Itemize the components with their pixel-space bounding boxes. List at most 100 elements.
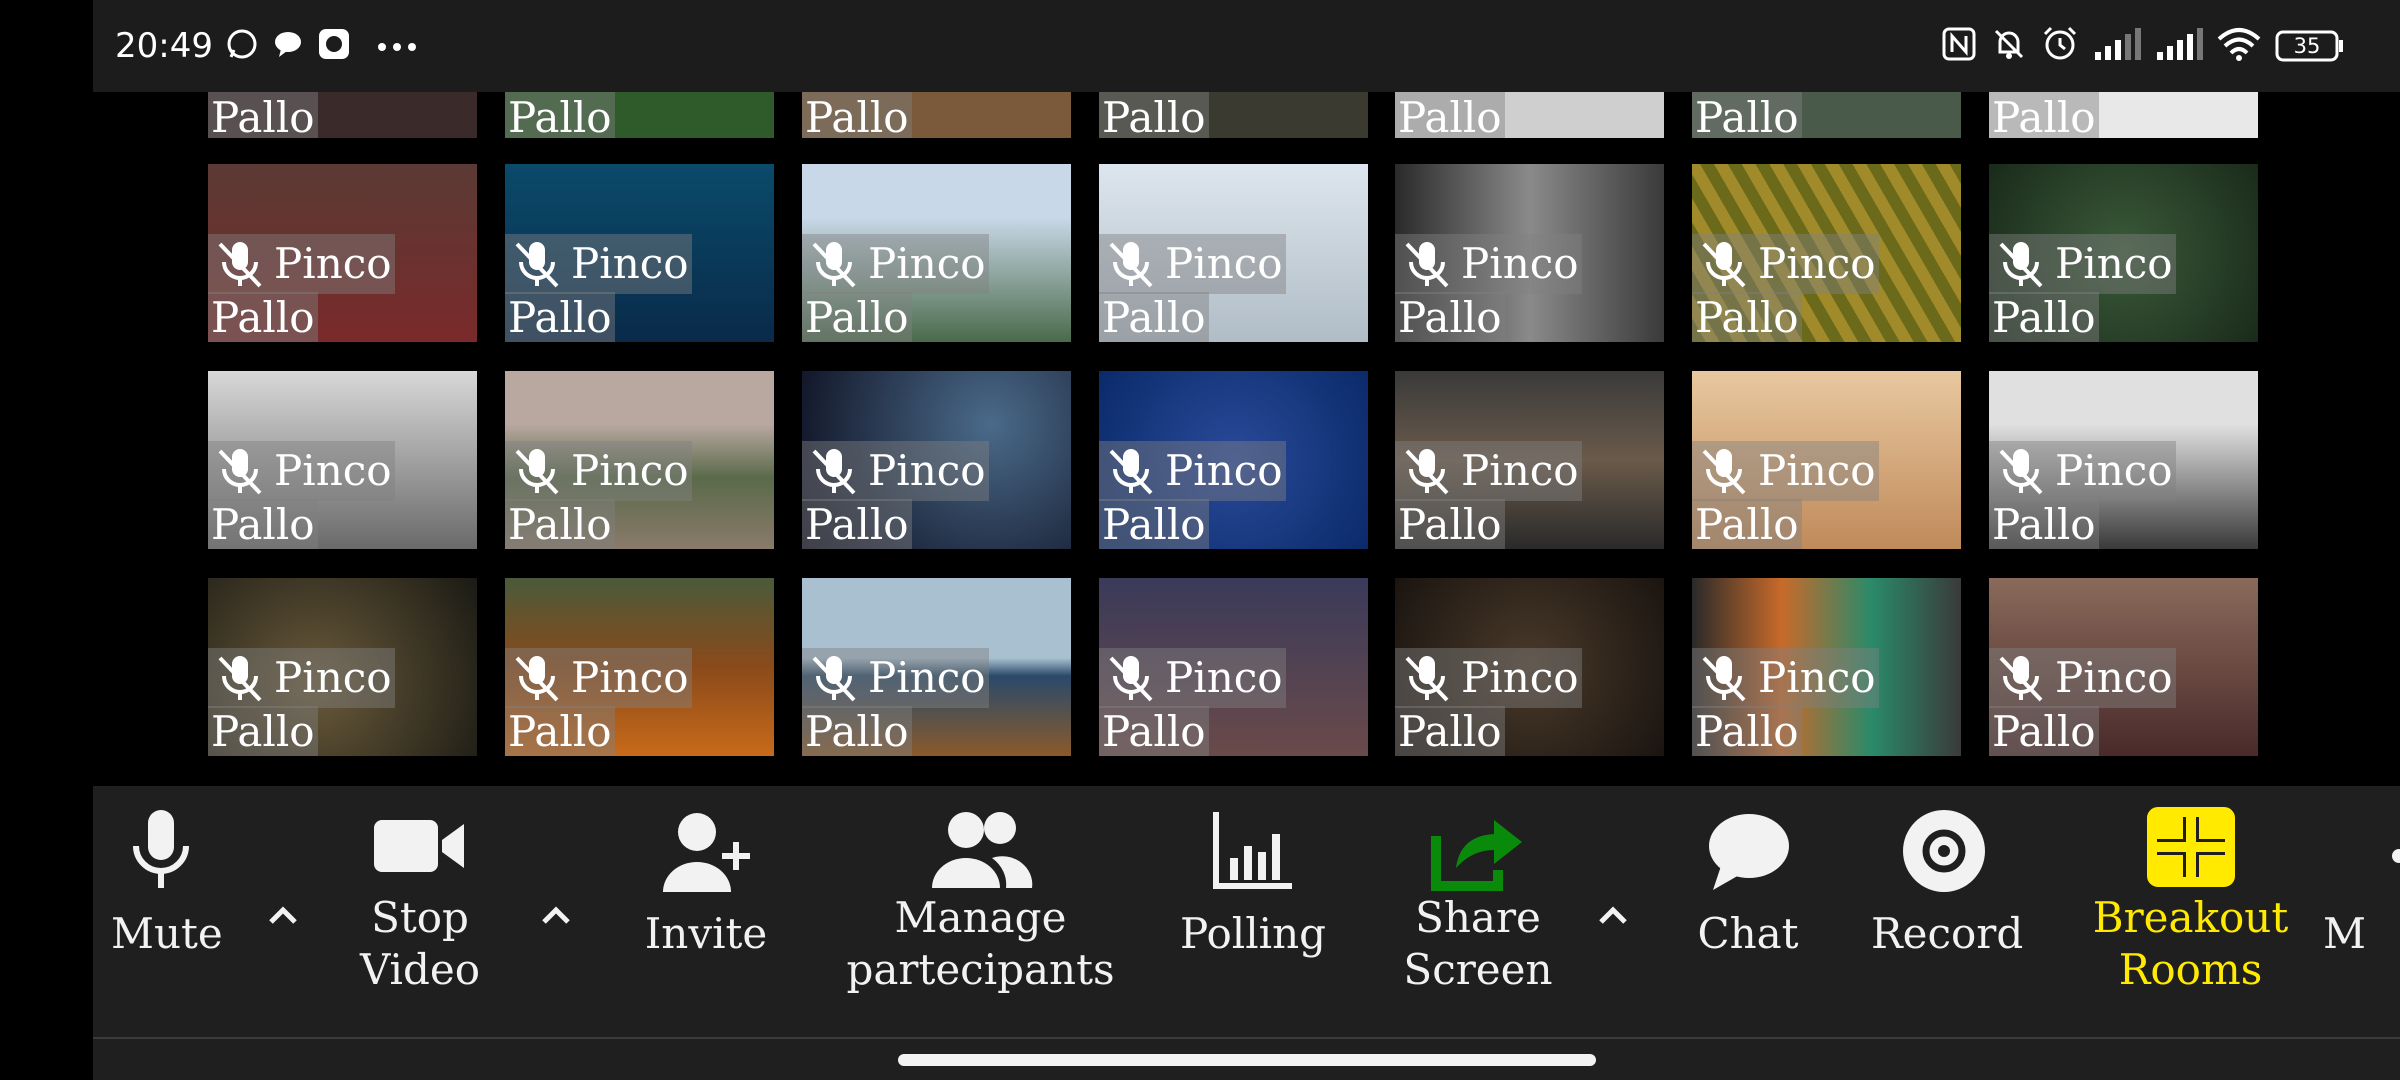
participant-tile[interactable]: PincoPallo — [1099, 578, 1368, 756]
muted-microphone-icon — [1405, 242, 1449, 288]
participant-tile[interactable]: PincoPallo — [1395, 164, 1664, 342]
muted-microphone-icon — [1999, 656, 2043, 702]
participant-last-name: Pallo — [1989, 706, 2099, 756]
participant-tile[interactable]: PincoPallo — [1989, 92, 2258, 138]
participant-last-name: Pallo — [208, 292, 318, 342]
participant-tile[interactable]: PincoPallo — [1989, 578, 2258, 756]
participant-last-name: Pallo — [1099, 499, 1209, 549]
participant-name-first: Pinco — [1395, 441, 1582, 501]
participant-name-first: Pinco — [505, 648, 692, 708]
participant-name-first: Pinco — [1692, 648, 1879, 708]
participant-last-name: Pallo — [505, 499, 615, 549]
participant-first-name: Pinco — [1758, 653, 1876, 702]
muted-microphone-icon — [218, 656, 262, 702]
participant-tile[interactable]: PincoPallo — [1395, 371, 1664, 549]
participant-tile[interactable]: PincoPallo — [208, 92, 477, 138]
stop-video-button[interactable]: Stop Video — [355, 806, 485, 996]
participant-tile[interactable]: PincoPallo — [802, 578, 1071, 756]
participant-tile[interactable]: PincoPallo — [1989, 164, 2258, 342]
share-screen-button[interactable]: Share Screen — [1403, 806, 1553, 996]
muted-microphone-icon — [812, 242, 856, 288]
participant-name-first: Pinco — [1989, 234, 2176, 294]
video-options-caret-icon[interactable] — [536, 896, 576, 936]
participant-name-first: Pinco — [1395, 234, 1582, 294]
audio-options-caret-icon[interactable] — [263, 896, 303, 936]
invite-label: Invite — [644, 909, 768, 958]
participant-tile[interactable]: PincoPallo — [1989, 371, 2258, 549]
muted-microphone-icon — [1999, 449, 2043, 495]
participant-name-first: Pinco — [505, 234, 692, 294]
participant-tile[interactable]: PincoPallo — [505, 578, 774, 756]
stop-video-label-2: Video — [359, 945, 481, 994]
participant-name-first: Pinco — [802, 234, 989, 294]
participant-tile[interactable]: PincoPallo — [802, 92, 1071, 138]
muted-microphone-icon — [1109, 242, 1153, 288]
polling-button[interactable]: Polling — [1173, 806, 1333, 960]
participant-name-first: Pinco — [1395, 648, 1582, 708]
participant-first-name: Pinco — [2055, 653, 2173, 702]
participant-last-name: Pallo — [1395, 499, 1505, 549]
video-grid: PincoPalloPincoPalloPincoPalloPincoPallo… — [93, 92, 2400, 784]
participant-tile[interactable]: PincoPallo — [802, 164, 1071, 342]
participant-name-first: Pinco — [1989, 441, 2176, 501]
share-label-2: Screen — [1403, 945, 1553, 994]
record-label: Record — [1871, 909, 2024, 958]
participant-tile[interactable]: PincoPallo — [505, 92, 774, 138]
muted-microphone-icon — [1702, 449, 1746, 495]
participant-name-first: Pinco — [505, 441, 692, 501]
participant-tile[interactable]: PincoPallo — [1099, 92, 1368, 138]
chat-button[interactable]: Chat — [1693, 806, 1803, 960]
battery-level: 35 — [2293, 34, 2321, 58]
video-camera-icon — [374, 820, 464, 872]
breakout-label-2: Rooms — [2118, 945, 2263, 994]
participant-last-name: Pallo — [1395, 706, 1505, 756]
home-indicator[interactable] — [898, 1054, 1596, 1066]
participant-tile[interactable]: PincoPallo — [1692, 371, 1961, 549]
manage-participants-button[interactable]: Manage partecipants — [838, 806, 1123, 996]
mute-button[interactable]: Mute — [111, 806, 223, 960]
participant-tile[interactable]: PincoPallo — [1395, 578, 1664, 756]
participant-tile[interactable]: PincoPallo — [1692, 92, 1961, 138]
polling-label: Polling — [1179, 909, 1327, 958]
participant-last-name: Pallo — [208, 706, 318, 756]
more-icon — [2392, 849, 2400, 863]
participant-name-first: Pinco — [1692, 441, 1879, 501]
participant-last-name: Pallo — [1099, 292, 1209, 342]
muted-microphone-icon — [1405, 449, 1449, 495]
participant-tile[interactable]: PincoPallo — [208, 578, 477, 756]
participant-last-name: Pallo — [1692, 292, 1802, 342]
breakout-label-1: Breakout — [2092, 893, 2289, 942]
participant-first-name: Pinco — [1461, 239, 1579, 288]
muted-microphone-icon — [1702, 656, 1746, 702]
participant-first-name: Pinco — [868, 446, 986, 495]
participant-tile[interactable]: PincoPallo — [505, 371, 774, 549]
participant-name-first: Pinco — [208, 441, 395, 501]
more-button[interactable]: M — [2323, 806, 2400, 960]
participant-tile[interactable]: PincoPallo — [802, 371, 1071, 549]
participant-last-name: Pallo — [1989, 92, 2099, 138]
participant-first-name: Pinco — [1165, 446, 1283, 495]
participant-first-name: Pinco — [274, 446, 392, 495]
manage-label-1: Manage — [894, 893, 1067, 942]
participant-first-name: Pinco — [1461, 446, 1579, 495]
participant-tile[interactable]: PincoPallo — [208, 371, 477, 549]
record-button[interactable]: Record — [1871, 806, 2024, 960]
breakout-rooms-button[interactable]: Breakout Rooms — [2088, 806, 2293, 996]
participant-tile[interactable]: PincoPallo — [1099, 371, 1368, 549]
participant-first-name: Pinco — [274, 653, 392, 702]
participant-tile[interactable]: PincoPallo — [1692, 578, 1961, 756]
more-label: M — [2323, 909, 2367, 958]
participant-last-name: Pallo — [1692, 706, 1802, 756]
participant-name-first: Pinco — [802, 648, 989, 708]
participant-last-name: Pallo — [1099, 92, 1209, 138]
participant-tile[interactable]: PincoPallo — [1099, 164, 1368, 342]
share-options-caret-icon[interactable] — [1593, 896, 1633, 936]
participant-tile[interactable]: PincoPallo — [505, 164, 774, 342]
participant-last-name: Pallo — [1692, 92, 1802, 138]
invite-button[interactable]: Invite — [641, 806, 771, 960]
participant-tile[interactable]: PincoPallo — [1395, 92, 1664, 138]
participant-tile[interactable]: PincoPallo — [1692, 164, 1961, 342]
muted-microphone-icon — [515, 656, 559, 702]
participant-tile[interactable]: PincoPallo — [208, 164, 477, 342]
muted-microphone-icon — [1702, 242, 1746, 288]
